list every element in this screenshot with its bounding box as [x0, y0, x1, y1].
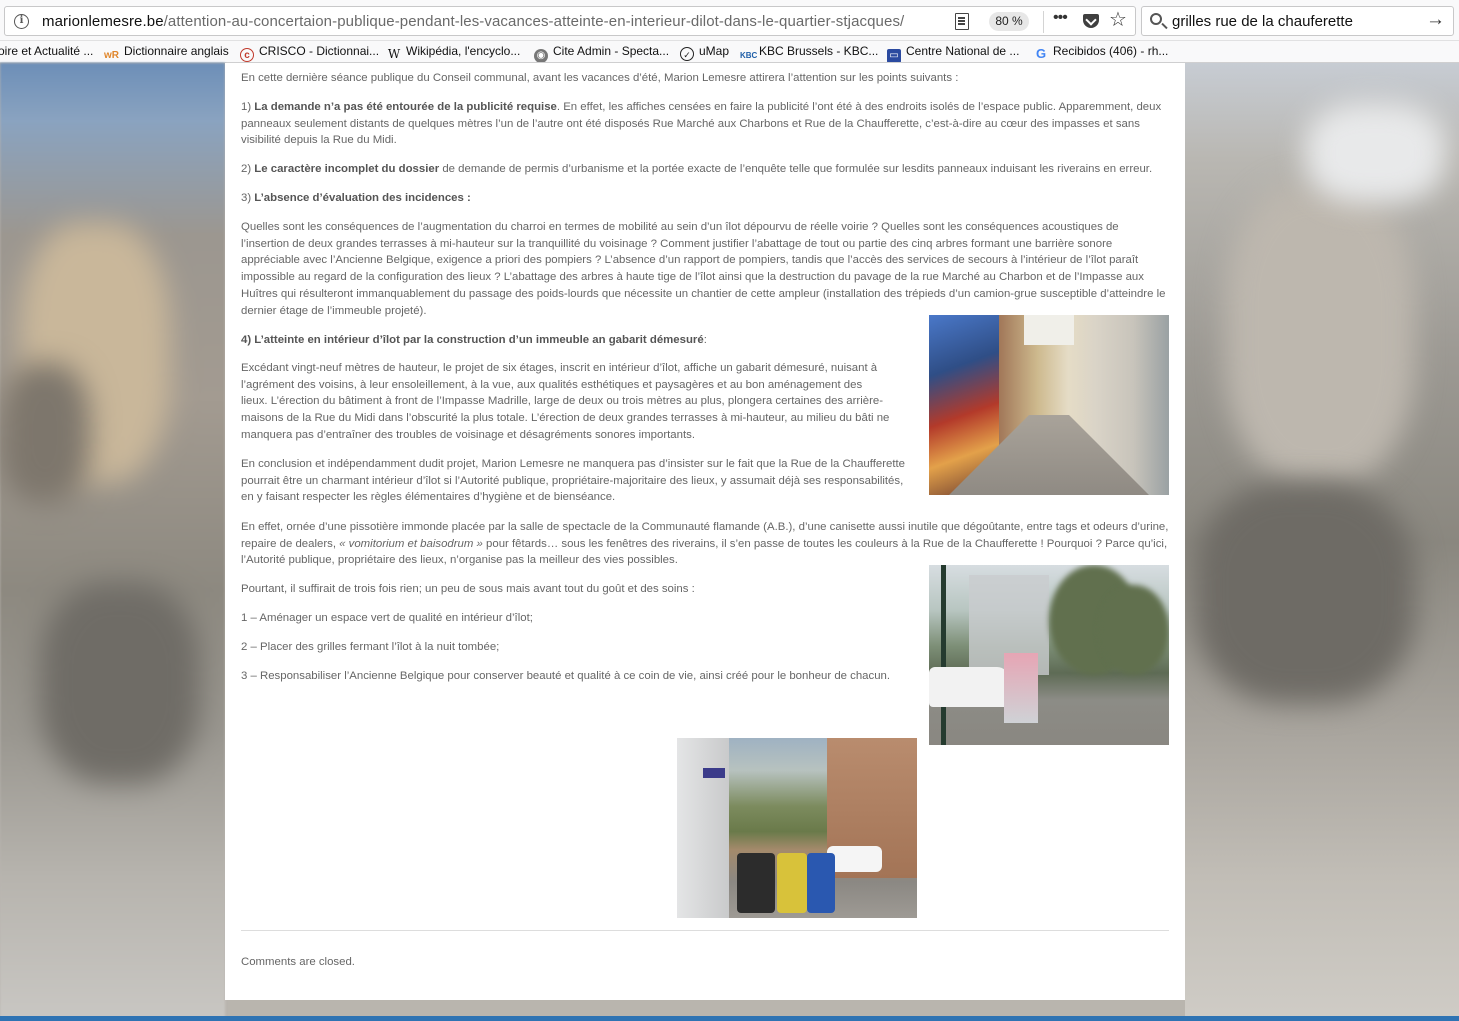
url-path: /attention-au-concertaion-publique-penda… — [163, 13, 905, 30]
point-4-heading-paragraph: 4) L’atteinte en intérieur d’îlot par la… — [241, 332, 913, 349]
globe-icon: ◉ — [534, 49, 548, 62]
cnrtl-icon: ▭ — [887, 49, 901, 62]
bookmark-star-icon[interactable]: ☆ — [1109, 7, 1127, 32]
parked-car — [827, 846, 882, 872]
address-bar[interactable]: i marionlemesre.be/attention-au-concerta… — [4, 6, 1136, 36]
bookmark-label: CRISCO - Dictionnai... — [259, 44, 380, 58]
search-icon — [1150, 13, 1162, 25]
street-sign — [703, 768, 725, 778]
comments-closed-text: Comments are closed. — [241, 956, 355, 968]
bookmark-item[interactable]: wR Dictionnaire anglais — [104, 43, 229, 61]
point-4-colon: : — [703, 334, 707, 346]
url-domain: marionlemesre.be — [42, 13, 164, 30]
bookmark-label: oire et Actualité ... — [0, 44, 94, 58]
alley-photo[interactable] — [929, 315, 1169, 495]
bookmark-item[interactable]: ◉ Cite Admin - Specta... — [534, 43, 670, 62]
point-number: 3) — [241, 192, 255, 204]
proposal-item-3: 3 – Responsabiliser l’Ancienne Belgique … — [241, 670, 891, 682]
point-number: 2) — [241, 163, 255, 175]
bins-square-photo[interactable] — [677, 738, 917, 918]
urinal-street-photo[interactable] — [929, 565, 1169, 745]
yellow-bin — [777, 853, 807, 913]
browser-toolbar: i marionlemesre.be/attention-au-concerta… — [0, 0, 1459, 41]
point-4-heading: 4) L’atteinte en intérieur d’îlot par la… — [241, 334, 704, 346]
page-actions-icon[interactable]: ••• — [1053, 9, 1068, 27]
wikipedia-icon: W — [387, 47, 401, 61]
bookmark-label: Centre National de ... — [906, 44, 1020, 58]
tree-foliage — [1099, 585, 1169, 675]
point-1-heading: La demande n’a pas été entourée de la pu… — [254, 101, 557, 113]
bookmark-item[interactable]: W Wikipédia, l'encyclo... — [387, 43, 521, 61]
bookmark-label: Cite Admin - Specta... — [553, 44, 670, 58]
street-lamp — [941, 565, 946, 745]
bookmark-item[interactable]: G Recibidos (406) - rh... — [1034, 43, 1168, 61]
article-content: En cette dernière séance publique du Con… — [225, 63, 1185, 1000]
proposal-intro-paragraph: Pourtant, il suffirait de trois fois rie… — [241, 583, 695, 595]
bookmark-item[interactable]: c CRISCO - Dictionnai... — [240, 43, 380, 62]
bookmark-label: uMap — [699, 44, 730, 58]
search-bar[interactable]: grilles rue de la chauferette → — [1141, 6, 1454, 36]
gabarit-paragraph: Excédant vingt-neuf mètres de hauteur, l… — [241, 362, 890, 441]
white-van — [929, 667, 1009, 707]
bookmark-item[interactable]: ✓ uMap — [680, 43, 729, 61]
bookmarks-toolbar: oire et Actualité ... wR Dictionnaire ang… — [0, 41, 1459, 63]
proposal-item-2: 2 – Placer des grilles fermant l’îlot à … — [241, 641, 500, 653]
info-icon[interactable]: i — [14, 14, 29, 29]
background-photo-right — [1185, 63, 1459, 1021]
white-wall — [677, 738, 729, 918]
point-1-paragraph: 1) La demande n’a pas été entourée de la… — [241, 99, 1169, 149]
bookmark-label: Recibidos (406) - rh... — [1053, 44, 1169, 58]
intro-paragraph: En cette dernière séance publique du Con… — [241, 72, 959, 84]
bookmark-label: Wikipédia, l'encyclo... — [406, 44, 521, 58]
search-go-arrow-icon[interactable]: → — [1426, 9, 1445, 31]
sky-patch — [1024, 315, 1074, 345]
wordreference-icon: wR — [104, 50, 119, 61]
nuisances-paragraph: En effet, ornée d’une pissotière immonde… — [241, 519, 1169, 569]
pocket-icon[interactable] — [1083, 14, 1099, 28]
comments-divider — [241, 930, 1169, 931]
toolbar-separator — [1043, 11, 1044, 33]
google-icon: G — [1035, 46, 1047, 61]
nuisances-quote: « vomitorium et baisodrum » — [339, 537, 483, 550]
reader-view-icon[interactable] — [955, 13, 969, 30]
bookmark-label: KBC Brussels - KBC... — [759, 44, 879, 58]
point-3-heading: L’absence d’évaluation des incidences : — [254, 192, 471, 204]
background-photo-left — [0, 63, 225, 1021]
bottom-accent-bar — [0, 1016, 1459, 1021]
crisco-icon: c — [240, 48, 254, 62]
point-3-heading-paragraph: 3) L’absence d’évaluation des incidences… — [241, 190, 1169, 207]
proposal-item-1: 1 – Aménager un espace vert de qualité e… — [241, 612, 533, 624]
point-2-text: de demande de permis d’urbanisme et la p… — [439, 163, 1153, 175]
search-input[interactable]: grilles rue de la chauferette — [1172, 13, 1353, 30]
bookmark-item[interactable]: oire et Actualité ... — [0, 43, 93, 61]
impacts-paragraph: Quelles sont les conséquences de l’augme… — [241, 221, 1166, 317]
kbc-icon: KBC — [740, 51, 758, 60]
urinal-structure — [1004, 653, 1038, 723]
umap-icon: ✓ — [680, 47, 694, 61]
conclusion-paragraph: En conclusion et indépendamment dudit pr… — [241, 458, 905, 504]
url-text[interactable]: marionlemesre.be/attention-au-concertaio… — [42, 13, 904, 30]
bookmark-label: Dictionnaire anglais — [124, 44, 229, 58]
bookmark-item[interactable]: KBC KBC Brussels - KBC... — [740, 43, 878, 61]
bookmark-item[interactable]: ▭ Centre National de ... — [887, 43, 1020, 62]
zoom-badge[interactable]: 80 % — [989, 12, 1029, 31]
blue-bin — [807, 853, 835, 913]
point-2-paragraph: 2) Le caractère incomplet du dossier de … — [241, 161, 1169, 178]
black-bin — [737, 853, 775, 913]
point-number: 1) — [241, 101, 255, 113]
point-2-heading: Le caractère incomplet du dossier — [254, 163, 440, 175]
